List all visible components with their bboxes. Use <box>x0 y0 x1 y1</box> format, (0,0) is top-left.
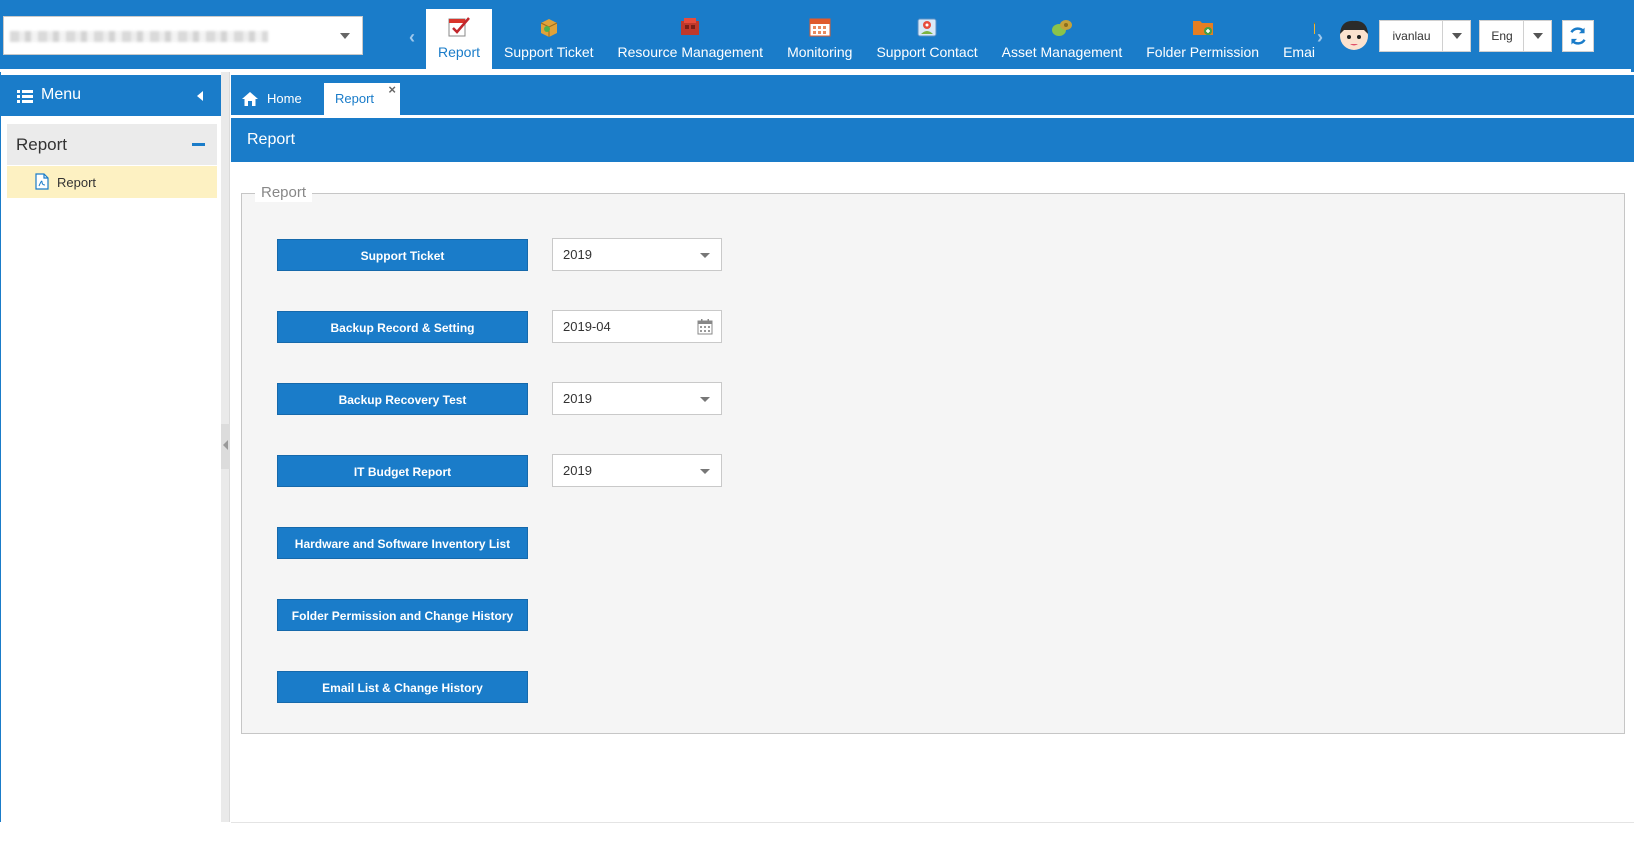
sidebar-splitter[interactable] <box>221 72 230 822</box>
module-monitoring[interactable]: Monitoring <box>775 9 864 71</box>
chevron-down-icon <box>340 33 350 39</box>
chevron-down-icon[interactable] <box>1523 21 1551 51</box>
support-ticket-year-select[interactable]: 2019 <box>552 238 722 271</box>
module-email-management[interactable]: Email Manag <box>1271 9 1315 71</box>
company-name-redacted <box>10 31 268 42</box>
top-header: ‹ Report Support Ticket Resource Managem… <box>0 0 1634 72</box>
module-label: Folder Permission <box>1146 44 1260 60</box>
sidebar-group-label: Report <box>16 135 68 154</box>
page-title: Report <box>247 131 296 148</box>
email-management-icon <box>1313 22 1315 34</box>
it-budget-report-button[interactable]: IT Budget Report <box>277 455 528 487</box>
panel-legend: Report <box>255 184 313 202</box>
tab-label: Report <box>335 91 375 106</box>
chevron-left-icon[interactable] <box>223 440 228 450</box>
calendar-icon[interactable] <box>697 318 713 335</box>
asset-management-icon <box>1051 20 1072 36</box>
module-label: Support Contact <box>876 44 978 60</box>
scroll-right-icon[interactable]: › <box>1317 28 1323 46</box>
tab-home[interactable]: Home <box>241 83 302 115</box>
folder-permission-icon <box>1192 21 1213 35</box>
language-value: Eng <box>1491 29 1513 43</box>
module-label: Monitoring <box>787 44 853 60</box>
resource-management-icon <box>681 18 700 35</box>
module-resource-management[interactable]: Resource Management <box>606 9 776 71</box>
select-value: 2019 <box>563 247 592 262</box>
sidebar-item-label: Report <box>57 175 97 190</box>
home-icon <box>242 92 258 106</box>
chevron-down-icon[interactable] <box>1442 21 1470 51</box>
pdf-file-icon <box>35 173 49 190</box>
sidebar: Menu Report Report <box>0 72 221 822</box>
module-label: Support Ticket <box>504 44 594 60</box>
select-value: 2019 <box>563 463 592 478</box>
select-value: 2019 <box>563 391 592 406</box>
monitoring-icon <box>809 18 831 37</box>
close-icon[interactable]: × <box>388 74 396 106</box>
date-value: 2019-04 <box>563 319 611 334</box>
refresh-button[interactable] <box>1562 20 1594 52</box>
email-list-report-button[interactable]: Email List & Change History <box>277 671 528 703</box>
report-panel: Report Support Ticket 2019 Backup Record… <box>241 184 1625 734</box>
user-dropdown[interactable]: ivanlau <box>1379 20 1471 52</box>
user-avatar[interactable] <box>1337 18 1371 54</box>
tab-report[interactable]: Report × <box>324 82 400 115</box>
module-nav: Report Support Ticket Resource Managemen… <box>426 9 1315 71</box>
support-contact-icon <box>917 18 937 37</box>
support-ticket-icon <box>540 19 558 37</box>
module-report[interactable]: Report <box>426 9 493 71</box>
sidebar-group-report[interactable]: Report <box>7 124 217 165</box>
minus-icon[interactable] <box>192 143 205 146</box>
module-label: Email Manag <box>1283 44 1315 60</box>
list-icon <box>17 90 33 103</box>
backup-recovery-test-report-button[interactable]: Backup Recovery Test <box>277 383 528 415</box>
module-label: Report <box>438 44 481 60</box>
refresh-icon <box>1570 27 1586 45</box>
module-support-contact[interactable]: Support Contact <box>864 9 989 71</box>
module-folder-permission[interactable]: Folder Permission <box>1134 9 1271 71</box>
it-budget-year-select[interactable]: 2019 <box>552 454 722 487</box>
backup-record-report-button[interactable]: Backup Record & Setting <box>277 311 528 343</box>
company-select[interactable] <box>3 16 363 55</box>
chevron-down-icon <box>700 469 710 474</box>
username: ivanlau <box>1392 29 1431 43</box>
tab-bar: Home Report × <box>231 75 1634 115</box>
report-icon <box>448 17 470 37</box>
module-label: Resource Management <box>617 44 764 60</box>
module-label: Asset Management <box>1001 44 1123 60</box>
language-dropdown[interactable]: Eng <box>1479 20 1552 52</box>
tab-label: Home <box>267 91 302 106</box>
sidebar-title: Menu <box>41 86 82 103</box>
chevron-down-icon <box>700 397 710 402</box>
collapse-sidebar-icon[interactable] <box>197 91 203 101</box>
footer-divider <box>231 822 1634 823</box>
module-support-ticket[interactable]: Support Ticket <box>492 9 606 71</box>
chevron-down-icon <box>700 253 710 258</box>
sidebar-item-report[interactable]: Report <box>7 166 217 198</box>
support-ticket-report-button[interactable]: Support Ticket <box>277 239 528 271</box>
inventory-list-report-button[interactable]: Hardware and Software Inventory List <box>277 527 528 559</box>
page-title-bar: Report <box>231 118 1634 162</box>
backup-record-month-picker[interactable]: 2019-04 <box>552 310 722 343</box>
backup-recovery-year-select[interactable]: 2019 <box>552 382 722 415</box>
sidebar-header: Menu <box>1 75 221 116</box>
scroll-left-icon[interactable]: ‹ <box>409 28 415 46</box>
folder-permission-report-button[interactable]: Folder Permission and Change History <box>277 599 528 631</box>
module-asset-management[interactable]: Asset Management <box>990 9 1135 71</box>
